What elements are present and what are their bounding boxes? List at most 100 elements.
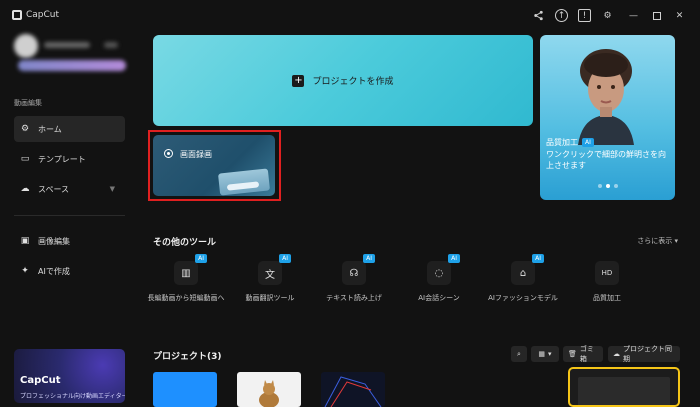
- sidebar-item-image-edit[interactable]: ▣ 画像編集: [14, 228, 125, 254]
- plan-banner-blurred[interactable]: [18, 60, 126, 71]
- tool-quality-enhance[interactable]: HD 品質加工: [563, 261, 651, 303]
- carousel-dot[interactable]: [598, 184, 602, 188]
- chevron-down-icon: ▾: [548, 350, 552, 358]
- tool-label: 動画翻訳ツール: [245, 294, 295, 302]
- search-button[interactable]: ⌕: [511, 346, 527, 362]
- project-thumbnail[interactable]: [321, 372, 385, 407]
- project-preview: [578, 377, 670, 405]
- carousel-title-text: 品質加工: [546, 138, 578, 147]
- cloud-icon: ☁: [613, 350, 620, 358]
- feature-carousel-card[interactable]: 品質加工 AI ワンクリックで細部の鮮明さを向上させます: [540, 35, 675, 200]
- template-icon: ▭: [20, 154, 30, 164]
- view-toggle-button[interactable]: ▦ ▾: [531, 346, 559, 362]
- create-project-label: プロジェクトを作成: [312, 77, 394, 87]
- capcut-pro-banner[interactable]: CapCut プロフェッショナル向け動画エディター: [14, 349, 125, 403]
- image-icon: ▣: [20, 236, 30, 246]
- divider: [14, 215, 125, 216]
- tool-ai-conversation[interactable]: ◌ AI AI会話シーン: [395, 254, 483, 303]
- message-icon[interactable]: !: [578, 9, 591, 22]
- sidebar-item-label: ホーム: [38, 124, 62, 134]
- trash-icon: 🗑: [568, 350, 577, 358]
- show-more-label: さらに表示: [637, 237, 673, 245]
- film-icon: ▥ AI: [174, 254, 207, 285]
- sidebar-item-label: スペース: [38, 184, 70, 194]
- portrait-image: [578, 49, 634, 145]
- carousel-title: 品質加工 AI: [546, 137, 594, 148]
- tool-ai-fashion-model[interactable]: ⌂ AI AIファッションモデル: [479, 254, 567, 303]
- projects-title: プロジェクト(3): [153, 352, 222, 362]
- shirt-icon: ⌂ AI: [511, 254, 544, 285]
- project-sync-button[interactable]: ☁ プロジェクト同期: [608, 345, 680, 363]
- record-icon: [164, 149, 173, 158]
- sidebar-item-label: テンプレート: [38, 154, 86, 164]
- project-thumbnail[interactable]: [153, 372, 217, 407]
- selected-project-thumbnail[interactable]: [568, 367, 680, 407]
- cat-image: [259, 380, 279, 407]
- translate-icon: 文 AI: [258, 254, 291, 285]
- grid-icon: ▦: [538, 350, 546, 358]
- tool-label: AIファッションモデル: [488, 294, 558, 302]
- user-profile[interactable]: [14, 32, 126, 78]
- home-icon: ⚙: [20, 124, 30, 134]
- share-icon[interactable]: [532, 9, 545, 22]
- username-blurred: [44, 42, 90, 48]
- carousel-dot[interactable]: [614, 184, 618, 188]
- screen-record-label: 画面録画: [180, 150, 212, 159]
- ai-badge: AI: [448, 254, 460, 263]
- project-thumbnail[interactable]: [237, 372, 301, 407]
- tool-label: 品質加工: [593, 294, 621, 302]
- chat-icon: ◌ AI: [427, 254, 460, 285]
- search-icon: ⌕: [517, 349, 521, 358]
- upload-icon[interactable]: ↑: [555, 9, 568, 22]
- ai-badge: AI: [279, 254, 291, 263]
- promo-title: CapCut: [20, 375, 61, 386]
- close-icon[interactable]: ✕: [673, 9, 686, 22]
- chevron-down-icon: ▾: [674, 237, 678, 245]
- show-more-link[interactable]: さらに表示 ▾: [637, 236, 678, 246]
- capcut-logo-icon: [12, 10, 22, 20]
- ai-badge: AI: [532, 254, 544, 263]
- abstract-image: [324, 376, 382, 407]
- tool-label: テキスト読み上げ: [326, 294, 382, 302]
- maximize-icon[interactable]: [650, 9, 663, 22]
- tool-label: 長編動画から短編動画へ: [147, 294, 225, 302]
- tools-section-title: その他のツール: [153, 238, 217, 248]
- trash-label: ゴミ箱: [579, 345, 594, 363]
- sidebar: 動画編集 ⚙ ホーム ▭ テンプレート ☁ スペース ▼ ▣ 画像編集 ✦ AI…: [0, 32, 140, 407]
- ai-badge: AI: [582, 138, 594, 147]
- sidebar-item-ai-create[interactable]: ✦ AIで作成: [14, 258, 125, 284]
- ai-badge: AI: [363, 254, 375, 263]
- ai-badge: AI: [195, 254, 207, 263]
- tool-text-to-speech[interactable]: ☊ AI テキスト読み上げ: [310, 254, 398, 303]
- promo-subtitle: プロフェッショナル向け動画エディター: [20, 393, 125, 400]
- sidebar-item-label: 画像編集: [38, 236, 70, 246]
- screen-record-button[interactable]: 画面録画: [153, 135, 275, 196]
- sidebar-item-space[interactable]: ☁ スペース ▼: [14, 176, 125, 202]
- plus-icon: +: [292, 74, 305, 87]
- section-label-video-edit: 動画編集: [14, 99, 42, 107]
- title-bar: CapCut ↑ ! ⚙ — ✕: [0, 0, 700, 32]
- tool-long-to-short[interactable]: ▥ AI 長編動画から短編動画へ: [142, 254, 230, 303]
- settings-icon[interactable]: ⚙: [601, 9, 614, 22]
- sparkle-icon: ✦: [21, 266, 29, 276]
- carousel-dots: [598, 184, 618, 188]
- carousel-description: ワンクリックで細部の鮮明さを向上させます: [546, 150, 666, 170]
- avatar[interactable]: [14, 34, 38, 58]
- tool-video-translate[interactable]: 文 AI 動画翻訳ツール: [226, 254, 314, 303]
- hd-icon: HD: [595, 261, 619, 285]
- cloud-icon: ☁: [20, 184, 30, 194]
- sidebar-item-home[interactable]: ⚙ ホーム: [14, 116, 125, 142]
- app-name: CapCut: [26, 10, 60, 20]
- app-logo: CapCut: [12, 10, 59, 20]
- sidebar-item-label: AIで作成: [38, 266, 70, 276]
- sidebar-item-template[interactable]: ▭ テンプレート: [14, 146, 125, 172]
- minimize-icon[interactable]: —: [627, 9, 640, 22]
- tool-label: AI会話シーン: [418, 294, 460, 302]
- chevron-down-icon[interactable]: ▼: [110, 185, 115, 193]
- user-badge-blurred: [104, 42, 118, 48]
- speech-icon: ☊ AI: [342, 254, 375, 285]
- create-project-button[interactable]: + プロジェクトを作成: [153, 35, 533, 126]
- project-sync-label: プロジェクト同期: [623, 345, 672, 363]
- carousel-dot-active[interactable]: [606, 184, 610, 188]
- trash-button[interactable]: 🗑 ゴミ箱: [563, 345, 603, 363]
